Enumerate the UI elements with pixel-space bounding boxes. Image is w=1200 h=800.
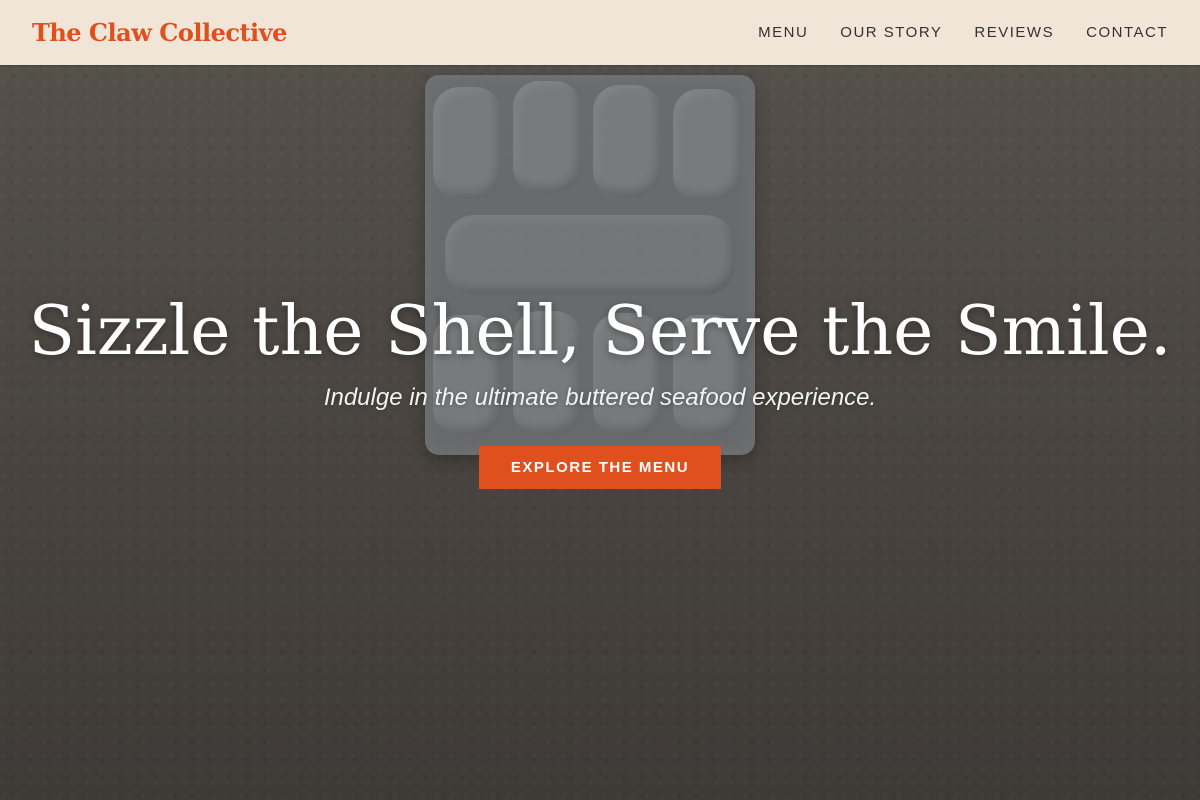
brand-logo[interactable]: The Claw Collective	[32, 18, 287, 47]
main-nav: MENU OUR STORY REVIEWS CONTACT	[758, 24, 1168, 41]
hero-subheadline: Indulge in the ultimate buttered seafood…	[323, 383, 877, 411]
nav-link-reviews[interactable]: REVIEWS	[974, 24, 1054, 41]
nav-link-menu[interactable]: MENU	[758, 24, 808, 41]
top-navbar: The Claw Collective MENU OUR STORY REVIE…	[0, 0, 1200, 65]
nav-link-contact[interactable]: CONTACT	[1086, 24, 1168, 41]
nav-link-our-story[interactable]: OUR STORY	[840, 24, 942, 41]
hero-headline: Sizzle the Shell, Serve the Smile.	[28, 292, 1172, 371]
hero-section: Sizzle the Shell, Serve the Smile. Indul…	[0, 65, 1200, 800]
hero-content: Sizzle the Shell, Serve the Smile. Indul…	[0, 292, 1200, 489]
explore-menu-button[interactable]: EXPLORE THE MENU	[478, 445, 722, 489]
